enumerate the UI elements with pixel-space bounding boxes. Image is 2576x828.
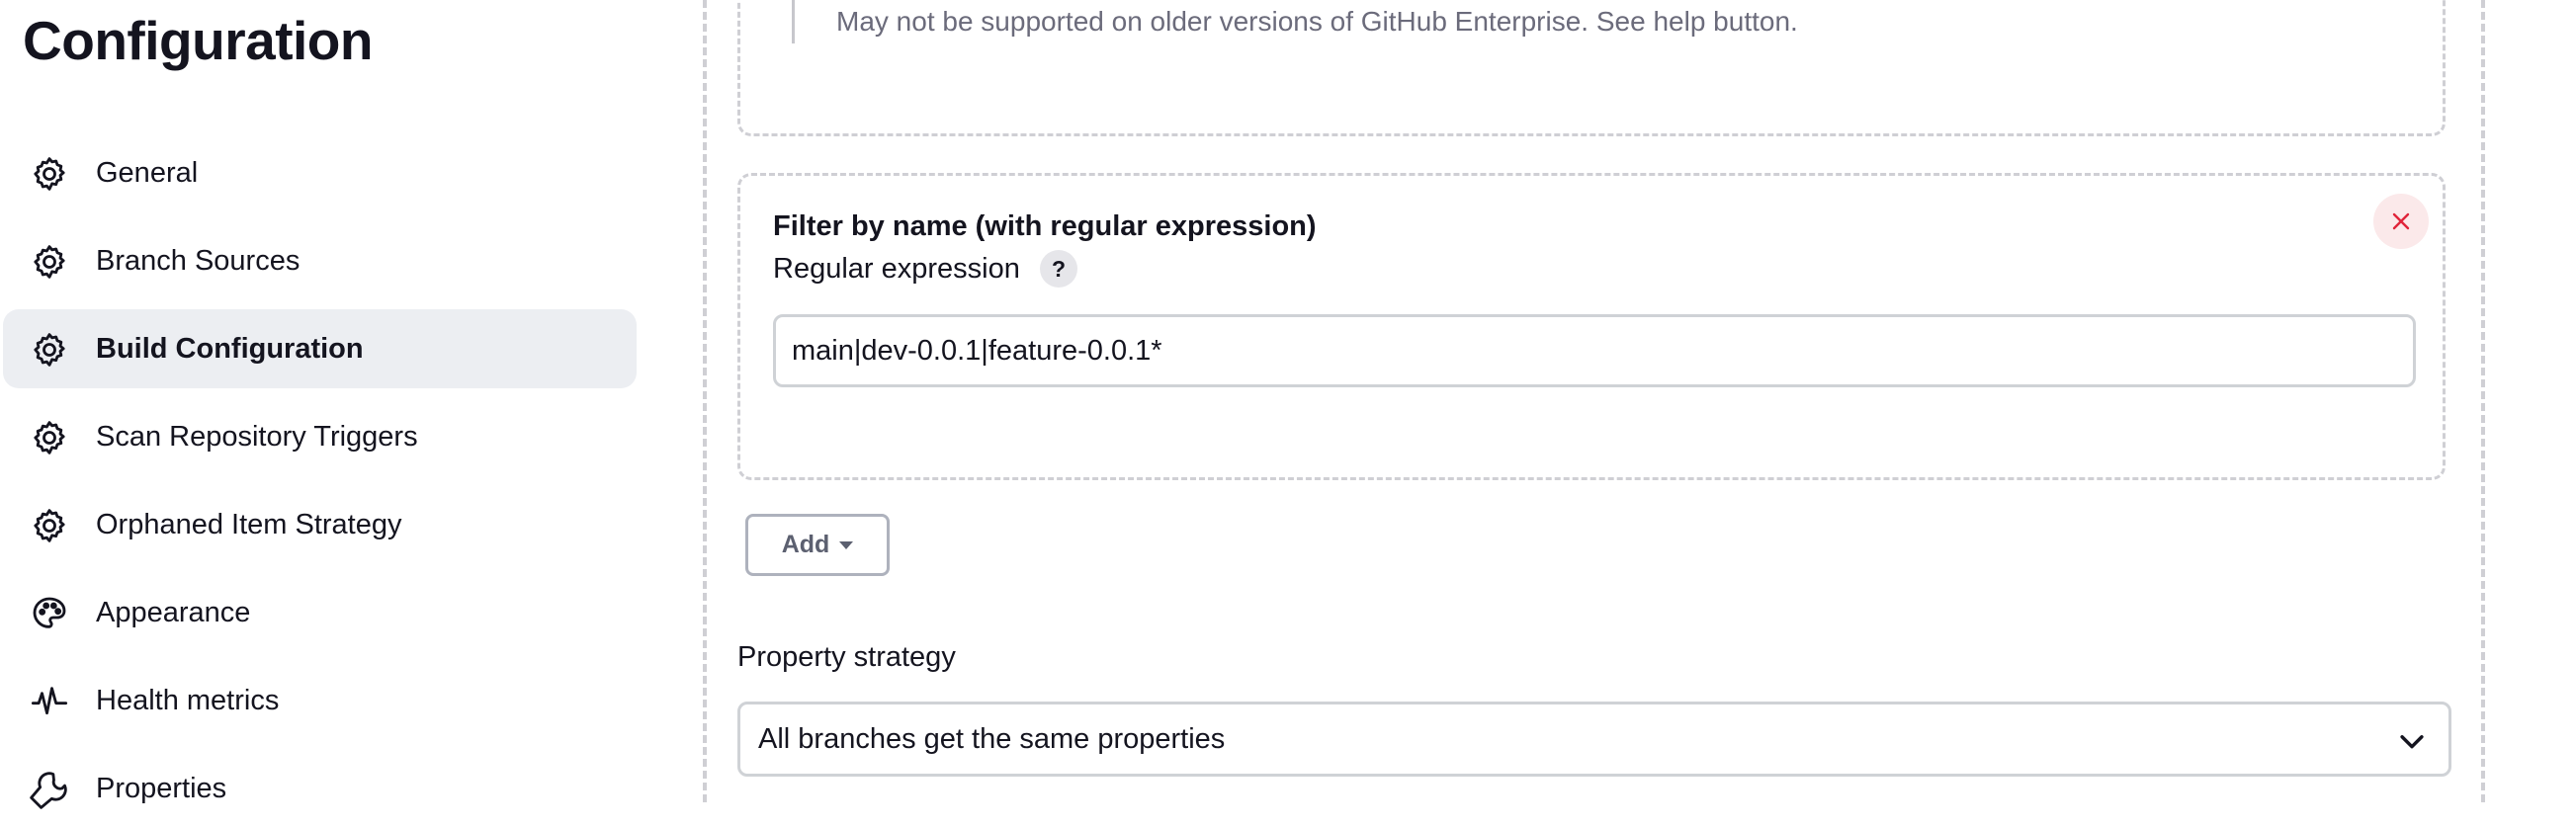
gear-icon: [30, 154, 69, 194]
section-divider: [2481, 0, 2485, 802]
sidebar-item-label: Health metrics: [96, 684, 280, 716]
sidebar-item-appearance[interactable]: Appearance: [3, 573, 637, 652]
gear-icon: [30, 330, 69, 370]
regex-input[interactable]: main|dev-0.0.1|feature-0.0.1*: [773, 314, 2416, 387]
help-quote-bar: [792, 0, 795, 43]
filter-title: Filter by name (with regular expression): [773, 210, 1317, 242]
help-button[interactable]: ?: [1040, 250, 1077, 288]
gear-icon: [30, 506, 69, 545]
pulse-icon: [30, 682, 69, 721]
close-icon: [2392, 212, 2410, 230]
add-button-label: Add: [781, 531, 830, 558]
sidebar-item-health-metrics[interactable]: Health metrics: [3, 661, 637, 740]
property-strategy-value: All branches get the same properties: [758, 722, 1226, 755]
gear-icon: [30, 242, 69, 282]
sidebar-item-general[interactable]: General: [3, 133, 637, 212]
chevron-down-icon: [2400, 735, 2424, 749]
sidebar-item-build-configuration[interactable]: Build Configuration: [3, 309, 637, 388]
sidebar-item-label: Orphaned Item Strategy: [96, 508, 402, 540]
sidebar-item-label: Branch Sources: [96, 244, 301, 277]
regex-label: Regular expression: [773, 253, 1020, 285]
page-title: Configuration: [23, 10, 373, 71]
wrench-icon: [30, 770, 69, 809]
section-divider: [703, 0, 707, 802]
sidebar-item-label: Properties: [96, 772, 227, 804]
help-text: May not be supported on older versions o…: [836, 6, 1798, 37]
sidebar-item-label: Build Configuration: [96, 332, 364, 365]
sidebar-item-orphaned-item-strategy[interactable]: Orphaned Item Strategy: [3, 485, 637, 564]
property-strategy-select[interactable]: All branches get the same properties: [737, 702, 2451, 777]
delete-filter-button[interactable]: [2373, 194, 2429, 249]
sidebar-item-properties[interactable]: Properties: [3, 749, 637, 828]
sidebar-item-branch-sources[interactable]: Branch Sources: [3, 221, 637, 300]
chevron-down-icon: [839, 540, 854, 549]
add-button[interactable]: Add: [745, 514, 890, 576]
property-strategy-label: Property strategy: [737, 641, 956, 673]
sidebar-item-label: Scan Repository Triggers: [96, 420, 418, 453]
sidebar-item-label: General: [96, 156, 199, 189]
gear-icon: [30, 418, 69, 457]
palette-icon: [30, 594, 69, 633]
sidebar-item-label: Appearance: [96, 596, 251, 628]
sidebar-item-scan-repository-triggers[interactable]: Scan Repository Triggers: [3, 397, 637, 476]
